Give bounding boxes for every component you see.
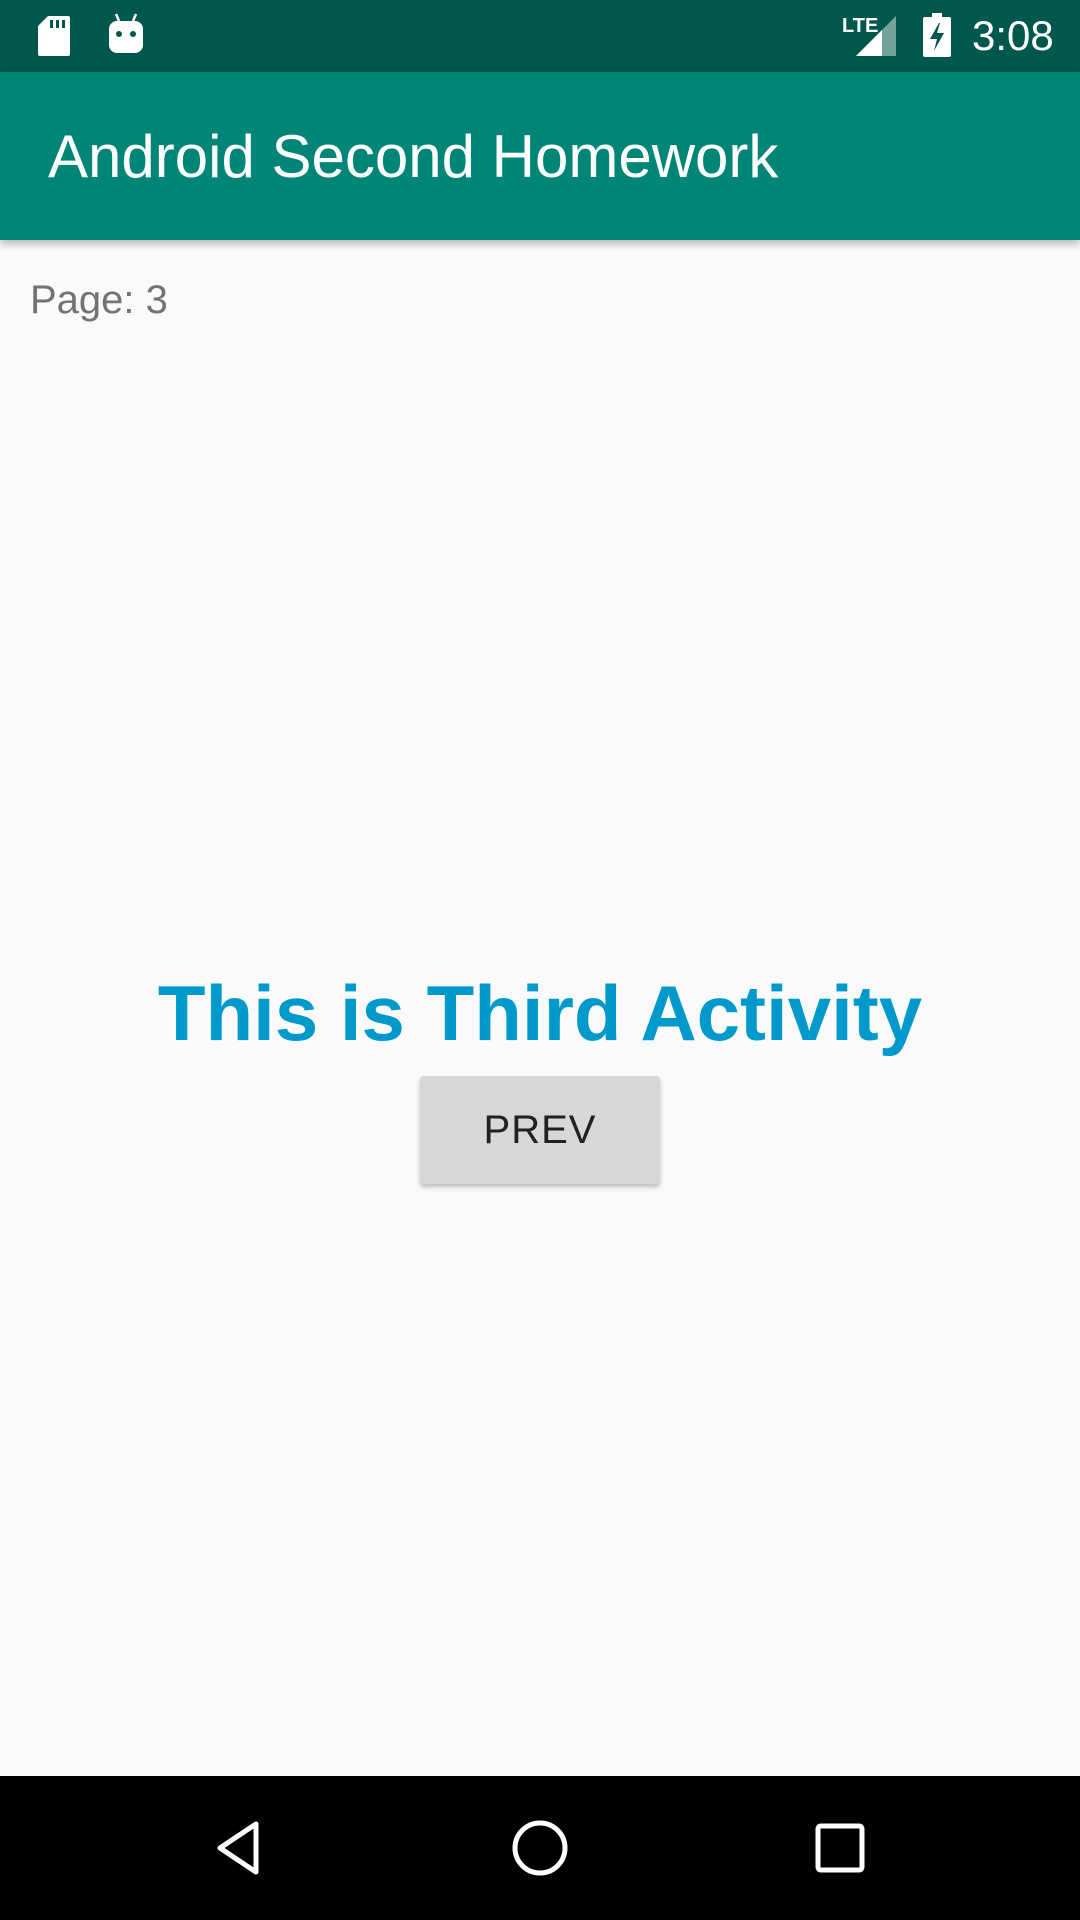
navigation-bar	[0, 1776, 1080, 1920]
app-title: Android Second Homework	[48, 123, 779, 190]
recents-icon[interactable]	[810, 1818, 870, 1878]
android-debug-icon	[109, 13, 143, 53]
prev-button[interactable]: PREV	[420, 1076, 660, 1184]
sd-card-icon	[38, 16, 70, 56]
back-icon[interactable]	[210, 1818, 270, 1878]
battery-charging-icon	[923, 13, 951, 57]
lte-signal-icon: LTE	[842, 15, 896, 56]
activity-headline: This is Third Activity	[157, 969, 923, 1057]
status-bar: LTE 3:08	[0, 0, 1080, 72]
main-content: Page: 3 This is Third Activity PREV	[0, 240, 1080, 1776]
status-time: 3:08	[972, 12, 1054, 59]
page-label: Page: 3	[30, 278, 168, 322]
home-icon[interactable]	[510, 1818, 570, 1878]
lte-label: LTE	[842, 15, 878, 37]
app-bar: Android Second Homework	[0, 72, 1080, 240]
screen: LTE 3:08 Android Second Homework Page: 3…	[0, 0, 1080, 1920]
